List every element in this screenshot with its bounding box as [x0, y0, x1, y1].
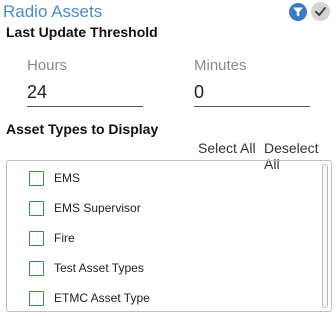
- hours-input[interactable]: 24: [27, 80, 143, 107]
- confirm-button[interactable]: [311, 2, 330, 21]
- checkbox-fire[interactable]: [29, 230, 44, 246]
- list-item[interactable]: EMS Supervisor: [29, 199, 141, 217]
- panel-title: Radio Assets: [3, 2, 103, 21]
- filter-icon: [293, 7, 303, 17]
- checkmark-icon: [315, 7, 326, 16]
- threshold-heading: Last Update Threshold: [6, 24, 158, 40]
- list-item[interactable]: EMS: [29, 169, 80, 187]
- item-label: Test Asset Types: [54, 261, 144, 275]
- list-item[interactable]: ETMC Asset Type: [29, 289, 150, 307]
- checkbox-test-asset-types[interactable]: [29, 260, 44, 276]
- item-label: EMS: [54, 171, 81, 185]
- list-scrollbar[interactable]: [322, 164, 328, 308]
- asset-type-list: EMS EMS Supervisor Fire Test Asset Types…: [6, 160, 332, 312]
- asset-types-heading: Asset Types to Display: [6, 121, 159, 137]
- item-label: EMS Supervisor: [54, 201, 141, 215]
- checkbox-ems[interactable]: [29, 170, 44, 186]
- list-item[interactable]: Fire: [29, 229, 75, 247]
- minutes-input[interactable]: 0: [194, 80, 310, 107]
- select-all-button[interactable]: Select All: [198, 140, 256, 156]
- item-label: Fire: [54, 231, 75, 245]
- list-item[interactable]: Test Asset Types: [29, 259, 144, 277]
- checkbox-etmc-asset-type[interactable]: [29, 290, 44, 306]
- checkbox-ems-supervisor[interactable]: [29, 200, 44, 216]
- hours-label: Hours: [27, 57, 68, 74]
- filter-button[interactable]: [289, 3, 307, 21]
- minutes-label: Minutes: [194, 57, 247, 74]
- item-label: ETMC Asset Type: [54, 291, 150, 305]
